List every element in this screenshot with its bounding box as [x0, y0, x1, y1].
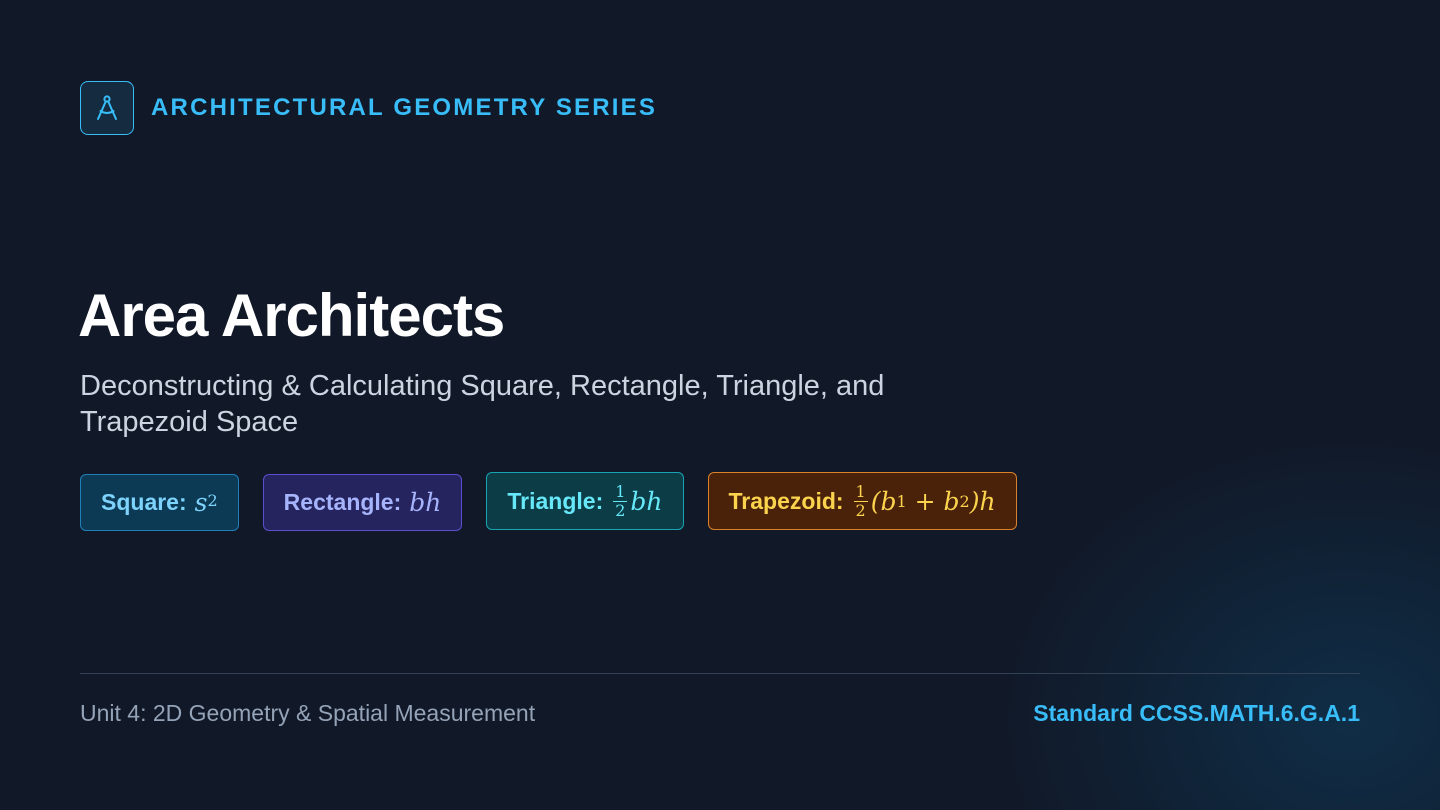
trapezoid-formula: 1 2 (b 1 + b 2)h [852, 481, 996, 520]
triangle-formula: 1 2 bh [611, 481, 663, 520]
square-variable: s [194, 488, 208, 517]
triangle-label: Triangle: [507, 487, 604, 514]
trapezoid-label: Trapezoid: [728, 487, 844, 514]
trapezoid-fraction: 1 2 [853, 481, 868, 520]
trapezoid-formula-chip: Trapezoid: 1 2 (b 1 + b 2)h [707, 472, 1017, 530]
formula-chips: Square: s2 Rectangle: bh Triangle: 1 2 b… [80, 472, 1017, 531]
compass-icon [97, 95, 117, 120]
triangle-fraction-denominator: 2 [615, 500, 626, 520]
rectangle-label: Rectangle: [283, 489, 402, 515]
trapezoid-subscript-1: 1 [896, 491, 907, 511]
trapezoid-plus: + b [906, 486, 960, 516]
triangle-fraction: 1 2 [613, 481, 628, 520]
trapezoid-fraction-denominator: 2 [855, 500, 866, 520]
standard-label: Standard CCSS.MATH.6.G.A.1 [1033, 700, 1360, 726]
square-exponent: 2 [207, 491, 218, 510]
series-header: ARCHITECTURAL GEOMETRY SERIES [80, 80, 657, 136]
unit-label: Unit 4: 2D Geometry & Spatial Measuremen… [80, 700, 536, 726]
page-title: Area Architects [78, 282, 505, 349]
trapezoid-fraction-numerator: 1 [853, 481, 868, 502]
trapezoid-subscript-2: 2 [959, 491, 970, 511]
title-slide: ARCHITECTURAL GEOMETRY SERIES Area Archi… [0, 0, 1440, 810]
triangle-formula-chip: Triangle: 1 2 bh [486, 472, 684, 530]
rectangle-formula: bh [409, 488, 442, 517]
triangle-fraction-numerator: 1 [613, 481, 628, 502]
square-label: Square: [101, 489, 187, 515]
logo-badge [80, 81, 134, 135]
triangle-expression: bh [630, 486, 663, 516]
footer-divider [80, 673, 1360, 674]
series-title: ARCHITECTURAL GEOMETRY SERIES [151, 94, 658, 121]
square-formula: s2 [195, 488, 218, 517]
rectangle-formula-chip: Rectangle: bh [262, 474, 463, 531]
page-subtitle: Deconstructing & Calculating Square, Rec… [80, 370, 885, 438]
trapezoid-close: )h [969, 486, 996, 516]
trapezoid-open: (b [870, 486, 897, 516]
square-formula-chip: Square: s2 [80, 474, 239, 531]
